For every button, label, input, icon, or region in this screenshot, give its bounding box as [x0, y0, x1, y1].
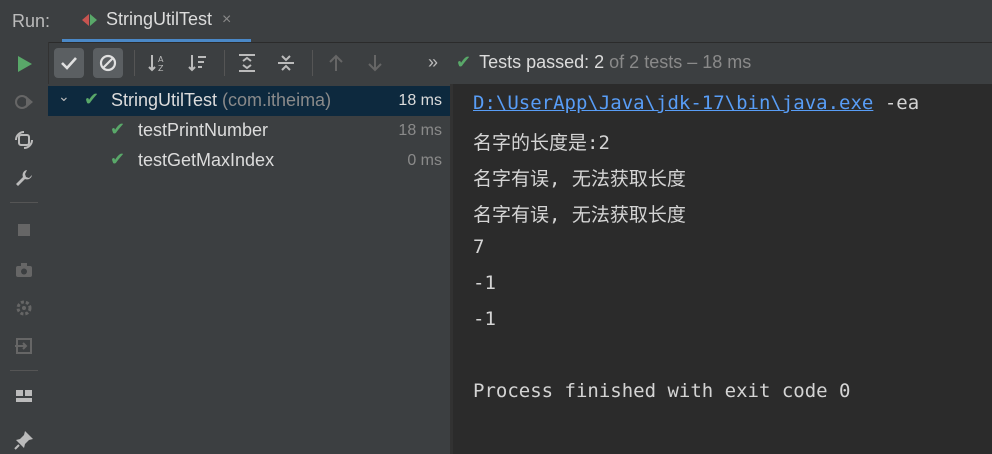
test-toolbar: AZ » ✔ Tests passed: 2 of 2 tests – 18 m… [48, 42, 992, 84]
tree-row-testgetmaxindex[interactable]: ✔ testGetMaxIndex 0 ms [48, 146, 450, 176]
thread-dump-button[interactable] [10, 256, 38, 284]
toolbar-separator [10, 202, 38, 203]
export-icon [15, 338, 32, 354]
tree-row-label: testGetMaxIndex [138, 150, 275, 170]
console-exit-line: Process finished with exit code 0 [473, 380, 851, 402]
checkmark-icon [61, 57, 77, 70]
chevron-down-icon[interactable]: ⌄ [58, 88, 70, 105]
gear-icon [16, 300, 32, 316]
duration: 18 ms [398, 92, 442, 109]
console-line: -1 [473, 272, 496, 294]
tree-row-label: testPrintNumber [138, 120, 269, 140]
package-name: (com.itheima) [222, 90, 332, 110]
stop-button[interactable] [10, 216, 38, 244]
svg-text:Z: Z [158, 64, 164, 73]
tree-row-stringutiltest[interactable]: ⌄ ✔ StringUtilTest (com.itheima) 18 ms [48, 86, 450, 116]
command-args: -ea [873, 92, 920, 114]
sort-alpha-icon: AZ [148, 55, 164, 73]
pin-icon [14, 431, 33, 450]
collapse-all-button[interactable] [271, 48, 301, 78]
java-exe-link[interactable]: D:\UserApp\Java\jdk-17\bin\java.exe [473, 92, 873, 114]
console-line: 名字的长度是:2 [473, 132, 610, 154]
junit-run-icon [82, 12, 98, 28]
layout-button[interactable] [10, 382, 38, 410]
rerun-failed-button[interactable] [10, 88, 38, 116]
console-line: 名字有误, 无法获取长度 [473, 204, 686, 226]
console-command-line: D:\UserApp\Java\jdk-17\bin\java.exe -ea [473, 92, 919, 114]
duration: 0 ms [407, 152, 442, 169]
toolbar-separator [312, 50, 313, 76]
console-line: 7 [473, 236, 485, 258]
layout-icon [16, 390, 32, 402]
pin-button[interactable] [10, 426, 38, 454]
settings-button[interactable] [10, 164, 38, 192]
more-actions-button[interactable]: » [428, 52, 438, 73]
pass-check-icon: ✔ [110, 149, 126, 169]
run-label: Run: [12, 11, 51, 31]
toggle-auto-test-button[interactable] [10, 126, 38, 154]
collapse-all-icon [278, 55, 294, 71]
console-output[interactable]: D:\UserApp\Java\jdk-17\bin\java.exe -ea … [453, 84, 992, 454]
duration: 18 ms [398, 122, 442, 139]
pass-check-icon: ✔ [456, 52, 472, 72]
tree-row-label: StringUtilTest (com.itheima) [111, 90, 332, 110]
left-toolbar [0, 42, 49, 454]
console-line: 名字有误, 无法获取长度 [473, 168, 686, 190]
previous-failed-button[interactable] [321, 48, 351, 78]
toolbar-separator [224, 50, 225, 76]
tab-stringutiltest[interactable]: StringUtilTest × [62, 0, 252, 42]
rerun-failed-icon [15, 95, 33, 109]
console-line: -1 [473, 308, 496, 330]
wrench-icon [16, 170, 32, 186]
next-failed-button[interactable] [360, 48, 390, 78]
sort-by-duration-button[interactable] [183, 48, 213, 78]
close-icon[interactable]: × [222, 11, 231, 29]
pass-check-icon: ✔ [84, 89, 100, 109]
ignored-icon [99, 54, 117, 72]
arrow-down-icon [368, 55, 382, 72]
sort-alphabetically-button[interactable]: AZ [143, 48, 173, 78]
tree-row-testprintnumber[interactable]: ✔ testPrintNumber 18 ms [48, 116, 450, 146]
auto-test-icon [15, 131, 33, 149]
camera-icon [16, 263, 32, 277]
tab-title: StringUtilTest [106, 9, 213, 29]
arrow-up-icon [329, 54, 343, 71]
run-tool-window-header: Run: StringUtilTest × [0, 0, 992, 43]
test-tree: ⌄ ✔ StringUtilTest (com.itheima) 18 ms ✔… [48, 84, 450, 454]
expand-all-icon [239, 54, 255, 72]
show-ignored-button[interactable] [93, 48, 123, 78]
svg-text:A: A [158, 55, 164, 64]
sort-duration-icon [188, 55, 206, 72]
test-status: ✔ Tests passed: 2 of 2 tests – 18 ms [456, 52, 751, 73]
rerun-button[interactable] [10, 50, 38, 78]
toolbar-separator [10, 370, 38, 371]
status-summary-text: of 2 tests – 18 ms [609, 52, 752, 72]
coverage-button[interactable] [10, 294, 38, 322]
status-passed-text: Tests passed: 2 [479, 52, 605, 72]
stop-icon [18, 224, 30, 236]
play-icon [18, 56, 32, 72]
show-passed-button[interactable] [54, 48, 84, 78]
pass-check-icon: ✔ [110, 119, 126, 139]
toolbar-separator [134, 50, 135, 76]
export-button[interactable] [10, 332, 38, 360]
expand-all-button[interactable] [232, 48, 262, 78]
